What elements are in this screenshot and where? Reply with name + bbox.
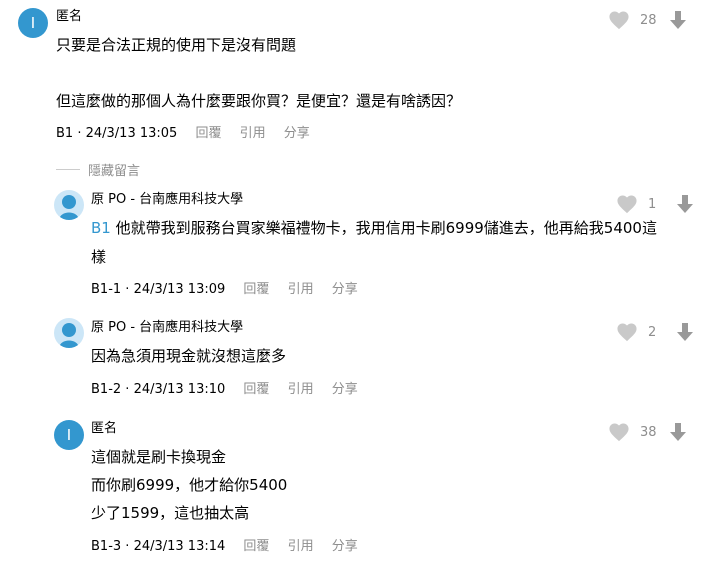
comment-author[interactable]: 原 PO - 台南應用科技大學 <box>91 192 243 208</box>
share-button[interactable]: 分享 <box>332 282 358 297</box>
timestamp: 24/3/13 13:09 <box>133 282 226 297</box>
divider <box>56 169 80 170</box>
like-group: 2 <box>616 320 694 344</box>
share-button[interactable]: 分享 <box>332 382 358 397</box>
floor-label: B1 <box>56 126 74 141</box>
comment-author[interactable]: 匿名 <box>56 9 82 25</box>
avatar[interactable]: I <box>18 8 48 38</box>
like-count: 1 <box>648 196 657 212</box>
avatar[interactable] <box>54 190 84 220</box>
comment-text-line: B1 他就帶我到服務台買家樂福禮物卡，我用信用卡刷6999儲進去，他再給我540… <box>91 219 657 237</box>
heart-icon[interactable] <box>616 194 638 214</box>
heart-icon[interactable] <box>608 422 630 442</box>
like-count: 38 <box>640 424 657 440</box>
comment-author[interactable]: 匿名 <box>91 421 117 437</box>
comment-meta: B1-3 · 24/3/13 13:14 回覆 引用 分享 <box>91 539 358 554</box>
floor-label: B1-3 <box>91 539 122 554</box>
share-button[interactable]: 分享 <box>332 539 358 554</box>
school-avatar-icon <box>59 195 79 220</box>
comment-text-line: 但這麼做的那個人為什麼要跟你買？是便宜？還是有啥誘因？ <box>56 92 462 110</box>
floor-label: B1-2 <box>91 382 122 397</box>
quote-button[interactable]: 引用 <box>288 282 314 297</box>
comment-meta: B1-1 · 24/3/13 13:09 回覆 引用 分享 <box>91 282 358 297</box>
timestamp: 24/3/13 13:05 <box>85 126 178 141</box>
timestamp: 24/3/13 13:10 <box>133 382 226 397</box>
like-group: 28 <box>608 8 687 32</box>
arrow-down-icon[interactable] <box>676 322 694 342</box>
comment-text-line: 而你刷6999，他才給你5400 <box>91 476 288 494</box>
comment-text-line: 樣 <box>91 248 107 266</box>
comment-author[interactable]: 原 PO - 台南應用科技大學 <box>91 320 243 336</box>
avatar[interactable] <box>54 318 84 348</box>
quote-button[interactable]: 引用 <box>288 382 314 397</box>
reply-button[interactable]: 回覆 <box>243 282 269 297</box>
quote-button[interactable]: 引用 <box>288 539 314 554</box>
hide-replies-toggle[interactable]: 隱藏留言 <box>56 160 140 179</box>
arrow-down-icon[interactable] <box>676 194 694 214</box>
arrow-down-icon[interactable] <box>669 10 687 30</box>
comment-text-line: 因為急須用現金就沒想這麼多 <box>91 347 287 365</box>
school-avatar-icon <box>59 323 79 348</box>
reply-button[interactable]: 回覆 <box>243 539 269 554</box>
comment-meta: B1 · 24/3/13 13:05 回覆 引用 分享 <box>56 126 310 141</box>
share-button[interactable]: 分享 <box>284 126 310 141</box>
avatar[interactable]: I <box>54 420 84 450</box>
like-group: 1 <box>616 192 694 216</box>
arrow-down-icon[interactable] <box>669 422 687 442</box>
comment-meta: B1-2 · 24/3/13 13:10 回覆 引用 分享 <box>91 382 358 397</box>
heart-icon[interactable] <box>616 322 638 342</box>
reply-button[interactable]: 回覆 <box>243 382 269 397</box>
timestamp: 24/3/13 13:14 <box>133 539 226 554</box>
reply-button[interactable]: 回覆 <box>195 126 221 141</box>
comment-text-line: 只要是合法正規的使用下是沒有問題 <box>56 36 297 54</box>
heart-icon[interactable] <box>608 10 630 30</box>
like-count: 2 <box>648 324 657 340</box>
like-group: 38 <box>608 420 687 444</box>
comment-text-line: 這個就是刷卡換現金 <box>91 448 227 466</box>
like-count: 28 <box>640 12 657 28</box>
floor-label: B1-1 <box>91 282 122 297</box>
comment-text-line: 少了1599，這也抽太高 <box>91 504 250 522</box>
quote-button[interactable]: 引用 <box>240 126 266 141</box>
floor-reference-link[interactable]: B1 <box>91 219 111 237</box>
